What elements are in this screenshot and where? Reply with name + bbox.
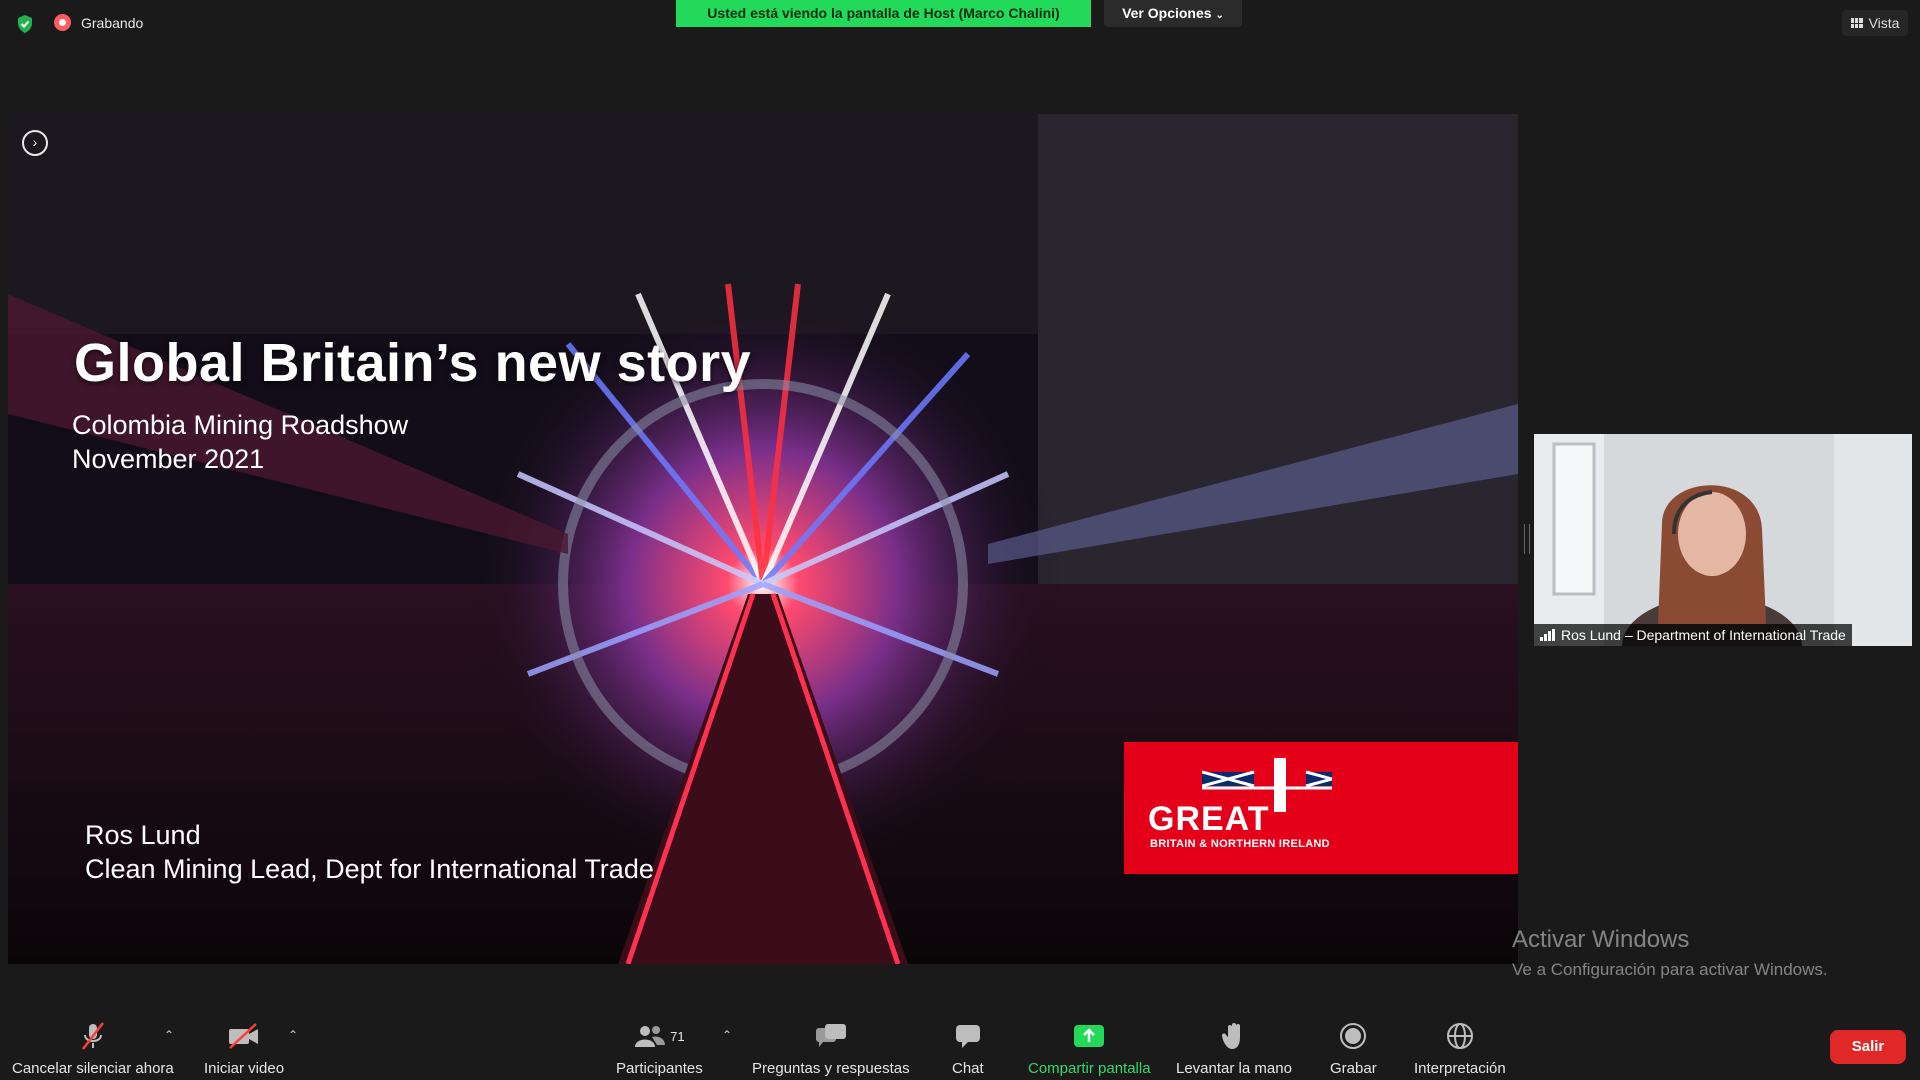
meeting-toolbar: Cancelar silenciar ahora ⌃ Iniciar video… (0, 1004, 1920, 1080)
record-label: Grabar (1330, 1060, 1377, 1077)
chat-bubble-icon (954, 1020, 982, 1052)
view-button[interactable]: Vista (1842, 10, 1908, 36)
participant-video-tile[interactable]: Ros Lund – Department of International T… (1534, 434, 1912, 646)
video-off-icon (227, 1020, 261, 1052)
viewing-screen-banner: Usted está viendo la pantalla de Host (M… (676, 0, 1091, 27)
view-options-button[interactable]: Ver Opciones ⌄ (1104, 0, 1242, 27)
participants-label: Participantes (616, 1060, 703, 1077)
qa-label: Preguntas y respuestas (752, 1060, 910, 1077)
participants-count: 71 (670, 1028, 685, 1044)
share-screen-icon (1073, 1020, 1105, 1052)
interpretation-button[interactable]: Interpretación (1414, 1020, 1506, 1077)
windows-activation-title: Activar Windows (1512, 926, 1690, 953)
qa-bubbles-icon (814, 1020, 848, 1052)
raise-hand-icon (1221, 1020, 1247, 1052)
signal-strength-icon (1540, 629, 1555, 641)
share-screen-button[interactable]: Compartir pantalla (1028, 1020, 1151, 1077)
globe-icon (1446, 1020, 1474, 1052)
participants-options-caret-icon[interactable]: ⌃ (722, 1028, 732, 1042)
participant-video-feed (1534, 434, 1912, 646)
grid-view-icon (1850, 18, 1863, 28)
record-button[interactable]: Grabar (1330, 1020, 1377, 1077)
top-bar: Grabando Usted está viendo la pantalla d… (0, 0, 1920, 46)
great-logo-subtitle: BRITAIN & NORTHERN IRELAND (1150, 838, 1330, 850)
slide-presenter-name: Ros Lund (85, 820, 201, 850)
interpretation-label: Interpretación (1414, 1060, 1506, 1077)
participant-name: Ros Lund – Department of International T… (1561, 627, 1846, 643)
security-shield-icon[interactable] (16, 14, 34, 34)
chat-label: Chat (952, 1060, 984, 1077)
slide-subtitle-date: November 2021 (72, 444, 265, 474)
share-screen-label: Compartir pantalla (1028, 1060, 1151, 1077)
raise-hand-button[interactable]: Levantar la mano (1176, 1020, 1292, 1077)
microphone-muted-icon (79, 1020, 107, 1052)
participant-name-label: Ros Lund – Department of International T… (1534, 624, 1852, 646)
collapse-arrow-icon[interactable]: › (22, 130, 48, 156)
record-icon (1339, 1020, 1367, 1052)
qa-button[interactable]: Preguntas y respuestas (752, 1020, 910, 1077)
recording-label: Grabando (81, 14, 144, 31)
slide-subtitle-event: Colombia Mining Roadshow (72, 410, 409, 440)
mute-label: Cancelar silenciar ahora (12, 1060, 174, 1077)
great-britain-logo: GREAT BRITAIN & NORTHERN IRELAND (1124, 742, 1518, 874)
audio-options-caret-icon[interactable]: ⌃ (164, 1028, 174, 1042)
shared-screen-slide: › Global Britain’s new story Colombia Mi… (8, 114, 1518, 964)
mute-button[interactable]: Cancelar silenciar ahora (12, 1020, 174, 1077)
video-options-caret-icon[interactable]: ⌃ (288, 1028, 298, 1042)
participants-button[interactable]: 71 Participantes (616, 1020, 703, 1077)
chevron-down-icon: ⌄ (1215, 10, 1224, 21)
slide-presenter-role: Clean Mining Lead, Dept for Internationa… (85, 854, 654, 884)
start-video-button[interactable]: Iniciar video (204, 1020, 284, 1077)
participants-icon: 71 (634, 1020, 685, 1052)
exit-meeting-button[interactable]: Salir (1830, 1030, 1906, 1064)
windows-activation-message: Ve a Configuración para activar Windows. (1512, 960, 1828, 979)
slide-title: Global Britain’s new story (74, 333, 752, 393)
recording-indicator[interactable]: Grabando (54, 14, 143, 31)
start-video-label: Iniciar video (204, 1060, 285, 1077)
chat-button[interactable]: Chat (952, 1020, 984, 1077)
great-logo-word: GREAT (1148, 800, 1270, 838)
view-label: Vista (1868, 15, 1900, 31)
panel-resize-handle[interactable] (1524, 524, 1530, 554)
view-options-label: Ver Opciones (1122, 5, 1212, 21)
recording-icon (54, 14, 71, 31)
raise-hand-label: Levantar la mano (1176, 1060, 1292, 1077)
